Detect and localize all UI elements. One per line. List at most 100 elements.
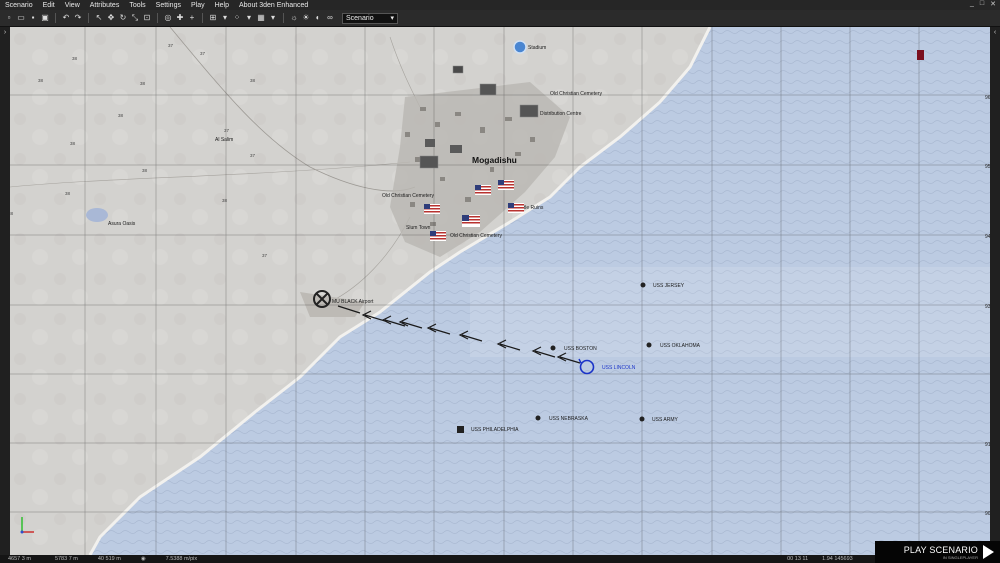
label-slum-town: Slum Town <box>406 225 431 231</box>
scenario-select[interactable]: Scenario ▾ <box>342 12 398 24</box>
map-view[interactable]: 96 95 94 93 93 91 90 96 95 94 93 91 90 3… <box>10 27 990 555</box>
ship-label-jersey: USS JERSEY <box>653 283 685 289</box>
us-flag-icon[interactable] <box>475 185 491 195</box>
elevation-label: 37 <box>224 128 230 133</box>
toolbar: ▫ ▭ ▪ ▣ ↶ ↷ ↖ ✥ ↻ ⤡ ⊡ ◎ ✚ + ⊞ ▾ ⁘ ▾ ▦ ▾ … <box>0 10 1000 27</box>
expand-right-icon[interactable]: ‹ <box>990 29 1000 36</box>
elevation-label: 37 <box>250 153 256 158</box>
minimize-icon[interactable]: _ <box>970 0 974 8</box>
time-icon[interactable]: ☀ <box>301 13 311 23</box>
stadium-marker[interactable] <box>513 40 527 54</box>
save-icon[interactable]: ▪ <box>28 13 38 23</box>
elevation-label: 38 <box>65 191 71 196</box>
ship-marker-philadelphia[interactable] <box>457 426 464 433</box>
ship-marker-oklahoma[interactable] <box>646 342 652 348</box>
menu-tools[interactable]: Tools <box>124 2 150 9</box>
menu-attributes[interactable]: Attributes <box>85 2 125 9</box>
add-icon[interactable]: + <box>187 13 197 23</box>
grid-label-left: 96 <box>985 95 990 101</box>
map-icon[interactable]: ▦ <box>256 13 266 23</box>
label-cemetery-south: Old Christian Cemetery <box>450 233 502 239</box>
ship-marker-nebraska[interactable] <box>535 415 541 421</box>
vehicle-icon[interactable] <box>479 83 497 96</box>
elevation-label: 38 <box>38 78 44 83</box>
label-mogadishu: Mogadishu <box>472 155 517 165</box>
map-dropdown-icon[interactable]: ▾ <box>268 13 278 23</box>
right-panel-strip[interactable]: ‹ <box>990 27 1000 555</box>
export-icon[interactable]: ▣ <box>40 13 50 23</box>
close-icon[interactable]: ✕ <box>990 0 996 8</box>
map-canvas[interactable]: 96 95 94 93 93 91 90 96 95 94 93 91 90 3… <box>10 27 990 555</box>
snap-dropdown-icon[interactable]: ▾ <box>244 13 254 23</box>
redo-icon[interactable]: ↷ <box>73 13 83 23</box>
elevation-label: 38 <box>142 168 148 173</box>
elevation-label: 38 <box>72 56 78 61</box>
menu-help[interactable]: Help <box>210 2 234 9</box>
play-scenario-button[interactable]: PLAY SCENARIO IN SINGLEPLAYER <box>875 541 1000 563</box>
vehicle-icon[interactable] <box>519 104 539 118</box>
globe-icon[interactable]: ◎ <box>163 13 173 23</box>
coord-z: 40 519 m <box>97 556 121 562</box>
shallow-water-zone <box>470 267 990 357</box>
scale-icon[interactable]: ⤡ <box>130 13 140 23</box>
snap-icon[interactable]: ⁘ <box>232 13 242 23</box>
menu-settings[interactable]: Settings <box>151 2 186 9</box>
enemy-marker[interactable] <box>917 50 924 60</box>
version: 1.94 145693 <box>822 556 853 562</box>
area-select-icon[interactable]: ⊡ <box>142 13 152 23</box>
menu-scenario[interactable]: Scenario <box>0 2 38 9</box>
label-asura-oasis: Asura Oasis <box>108 221 136 227</box>
us-flag-icon[interactable] <box>508 203 524 213</box>
us-flag-icon[interactable] <box>462 215 480 227</box>
label-al-salim: Al Salim <box>215 137 233 143</box>
grid-dropdown-icon[interactable]: ▾ <box>220 13 230 23</box>
menu-edit[interactable]: Edit <box>38 2 60 9</box>
us-flag-icon[interactable] <box>498 180 514 190</box>
undo-icon[interactable]: ↶ <box>61 13 71 23</box>
elevation-label: 38 <box>10 211 14 216</box>
new-file-icon[interactable]: ▫ <box>4 13 14 23</box>
zoom-level: 7.5388 m/pix <box>165 556 198 562</box>
vehicle-icon[interactable] <box>450 145 462 153</box>
ship-label-army: USS ARMY <box>652 417 679 423</box>
elevation-label: 38 <box>140 81 146 86</box>
move-icon[interactable]: ✥ <box>106 13 116 23</box>
grid-icon[interactable]: ⊞ <box>208 13 218 23</box>
elevation-label: 37 <box>200 51 206 56</box>
maximize-icon[interactable]: □ <box>980 0 984 8</box>
mission-time: 00 13 11 <box>787 556 809 562</box>
ship-marker-army[interactable] <box>639 416 645 422</box>
camera-icon[interactable]: ◐ <box>313 13 323 23</box>
menu-play[interactable]: Play <box>186 2 210 9</box>
menu-bar: Scenario Edit View Attributes Tools Sett… <box>0 0 1000 10</box>
select-cursor-icon[interactable]: ↖ <box>94 13 104 23</box>
ship-label-philadelphia: USS PHILADELPHIA <box>471 427 519 433</box>
menu-view[interactable]: View <box>60 2 85 9</box>
elevation-label: 38 <box>250 78 256 83</box>
coord-x: 4657 3 m <box>8 556 31 562</box>
grid-label-left: 93 <box>985 304 990 310</box>
menu-about-3den[interactable]: About 3den Enhanced <box>234 2 313 9</box>
vehicle-icon[interactable] <box>452 65 464 74</box>
vehicle-icon[interactable] <box>425 139 435 147</box>
ship-label-lincoln: USS LINCOLN <box>602 365 636 371</box>
ship-marker-jersey[interactable] <box>640 282 646 288</box>
elevation-label: 37 <box>262 253 268 258</box>
vertical-mode-icon[interactable]: ✚ <box>175 13 185 23</box>
weather-icon[interactable]: ☼ <box>289 13 299 23</box>
expand-left-icon[interactable]: › <box>0 29 10 36</box>
us-flag-icon[interactable] <box>424 204 440 214</box>
ship-marker-boston[interactable] <box>550 345 556 351</box>
left-panel-strip[interactable]: › <box>0 27 10 555</box>
open-folder-icon[interactable]: ▭ <box>16 13 26 23</box>
ship-label-boston: USS BOSTON <box>564 346 597 352</box>
play-icon <box>983 545 994 559</box>
vision-mode-icon[interactable]: ∞ <box>325 13 335 23</box>
eye-icon: ◉ <box>140 556 146 562</box>
elevation-label: 37 <box>168 43 174 48</box>
grid-label-left: 95 <box>985 164 990 170</box>
coord-y: 5783 7 m <box>54 556 78 562</box>
us-flag-icon[interactable] <box>430 231 446 241</box>
rotate-icon[interactable]: ↻ <box>118 13 128 23</box>
vehicle-icon[interactable] <box>419 155 439 169</box>
